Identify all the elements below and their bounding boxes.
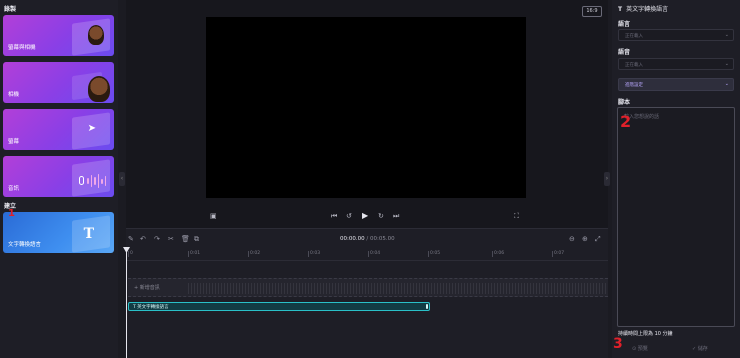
add-audio-label: + 新增音訊 [134,285,160,291]
text-to-speech-clip[interactable]: T 英文字轉換語言 [128,302,430,311]
collapse-left-handle[interactable]: ‹ [119,172,125,186]
collapse-right-handle[interactable]: › [604,172,610,186]
card-label: 螢幕 [8,139,20,145]
redo-icon[interactable]: ↷ [154,235,160,243]
aspect-ratio-button[interactable]: 16:9 [582,6,602,17]
right-panel: T 英文字轉換語言 語言 正在載入 ⌄ 語音 正在載入 ⌄ 進階設定 ⌄ 腳本 輸… [612,0,740,358]
audio-track[interactable]: + 新增音訊 [128,278,608,297]
panel-title-text: 英文字轉換語言 [626,6,669,13]
ruler-tick: 0:01 [187,251,201,257]
current-time: 00:00.00 [340,236,365,242]
text-icon: T [83,226,94,242]
playhead[interactable] [126,247,127,358]
chevron-down-icon: ⌄ [724,61,729,67]
annotation-mark: 1 [8,208,15,219]
ruler-tick: 0:02 [247,251,261,257]
panel-title: T 英文字轉換語言 [618,4,668,13]
delete-icon[interactable]: 🗑 [181,235,190,243]
card-label: 音訊 [8,186,20,192]
person-thumbnail-icon [88,76,110,102]
script-textarea[interactable]: 輸入您想說的話 [617,107,735,327]
timecode: 00:00.00 / 00:05.00 [340,236,395,242]
card-screen[interactable]: ➤ 螢幕 [3,109,114,150]
skip-forward-icon[interactable]: ⏭ [393,212,399,221]
voice-label: 語音 [618,49,631,56]
save-button[interactable]: ✓ 儲存 [692,345,708,352]
card-label: 文字轉換語言 [8,242,42,248]
card-text-to-speech[interactable]: T 文字轉換語言 [3,212,114,253]
waveform-icon [87,174,106,188]
total-time: 00:05.00 [369,236,395,242]
advanced-settings-label: 進階設定 [625,83,643,88]
card-audio[interactable]: 音訊 [3,156,114,197]
timeline-toolbar: ✎ ↶ ↷ ✂ 🗑 ⧉ 00:00.00 / 00:05.00 ⊖ ⊕ ⤢ [126,229,608,249]
record-heading: 錄製 [4,6,17,13]
ruler-tick: 0:07 [551,251,565,257]
left-panel: 錄製 螢幕與相機 相機 ➤ 螢幕 音訊 建立 T 文字轉換語言 1 [0,0,118,358]
video-canvas[interactable] [206,17,526,198]
microphone-icon [79,176,84,185]
clip-trim-handle[interactable] [426,304,428,309]
save-button-label: 儲存 [697,346,708,352]
duplicate-icon[interactable]: ⧉ [194,235,199,244]
chevron-down-icon: ⌄ [724,81,729,87]
captions-icon[interactable]: ▣ [210,212,217,220]
annotation-mark: 3 [613,336,623,352]
voice-value: 正在載入 [625,63,643,68]
waveform-placeholder [188,283,608,294]
zoom-in-icon[interactable]: ⊕ [582,235,588,243]
undo-icon[interactable]: ↶ [140,235,146,243]
language-label: 語言 [618,21,631,28]
preview-button-label: 預覽 [637,346,648,352]
rewind-5-icon[interactable]: ↺ [346,212,352,220]
script-label: 腳本 [618,99,631,106]
timeline: ✎ ↶ ↷ ✂ 🗑 ⧉ 00:00.00 / 00:05.00 ⊖ ⊕ ⤢ 0 … [126,228,608,358]
card-camera[interactable]: 相機 [3,62,114,103]
voice-select[interactable]: 正在載入 ⌄ [618,58,734,70]
advanced-settings-toggle[interactable]: 進階設定 ⌄ [618,78,734,91]
duration-limit-text: 持續時間上限為 10 分鐘 [618,331,673,337]
preview-button[interactable]: ⊙ 預覽 [632,345,648,352]
preview-area: 16:9 ▣ ⏮ ↺ ▶ ↻ ⏭ ⛶ [126,0,608,228]
forward-5-icon[interactable]: ↻ [378,212,384,220]
ruler-tick: 0:03 [307,251,321,257]
play-icon[interactable]: ▶ [362,211,368,220]
language-select[interactable]: 正在載入 ⌄ [618,29,734,41]
split-icon[interactable]: ✎ [128,235,134,243]
ruler-tick: 0:05 [427,251,441,257]
annotation-mark: 2 [620,112,632,131]
timeline-ruler[interactable]: 0 0:01 0:02 0:03 0:04 0:05 0:06 0:07 [126,249,608,261]
fit-timeline-icon[interactable]: ⤢ [595,235,601,244]
ruler-tick: 0:06 [491,251,505,257]
text-icon: T [618,6,623,13]
app: 錄製 螢幕與相機 相機 ➤ 螢幕 音訊 建立 T 文字轉換語言 1 ‹ 16:9… [0,0,740,358]
cursor-icon: ➤ [87,123,96,134]
cut-icon[interactable]: ✂ [168,235,174,243]
language-value: 正在載入 [625,34,643,39]
card-label: 相機 [8,92,20,98]
skip-back-icon[interactable]: ⏮ [331,212,337,221]
ruler-tick: 0:04 [367,251,381,257]
clip-label: T 英文字轉換語言 [133,305,169,310]
ruler-tick: 0 [128,251,133,257]
card-screen-and-camera[interactable]: 螢幕與相機 [3,15,114,56]
card-label: 螢幕與相機 [8,45,36,51]
chevron-down-icon: ⌄ [724,32,729,38]
fullscreen-icon[interactable]: ⛶ [514,212,519,221]
person-thumbnail-icon [88,25,104,45]
zoom-out-icon[interactable]: ⊖ [569,235,575,243]
